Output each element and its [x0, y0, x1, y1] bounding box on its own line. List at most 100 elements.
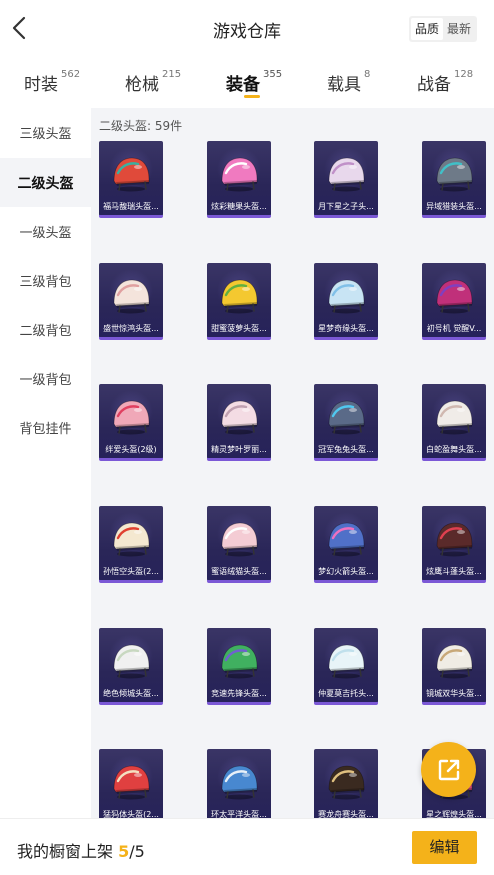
share-button[interactable]: [421, 742, 476, 797]
helmet-icon: [436, 279, 473, 314]
helmet-icon: [113, 765, 150, 800]
helmet-icon: [436, 157, 473, 192]
item-card[interactable]: 星梦奇缘头盔...: [314, 263, 378, 340]
item-rarity-bar: [314, 215, 378, 218]
item-card[interactable]: 精灵梦叶罗丽...: [207, 384, 271, 461]
item-rarity-bar: [99, 580, 163, 583]
item-name: 环太平洋头盔...: [211, 810, 267, 818]
sidebar-item-level1-backpack[interactable]: 一级背包: [0, 354, 91, 403]
tab-supplies[interactable]: 战备128: [417, 69, 474, 95]
item-name: 镜城双华头盔...: [426, 689, 482, 698]
item-card[interactable]: 炫鹰斗蓬头盔...: [422, 506, 486, 583]
helmet-icon: [113, 522, 150, 557]
item-card[interactable]: 竞速先锋头盔...: [207, 628, 271, 705]
showcase-bar: 我的橱窗上架 5/5 编辑: [0, 818, 494, 875]
item-card[interactable]: 梦幻火箭头盔...: [314, 506, 378, 583]
sidebar-item-level3-backpack[interactable]: 三级背包: [0, 256, 91, 305]
tab-label: 装备: [226, 75, 260, 95]
item-card[interactable]: 月下星之子头...: [314, 141, 378, 218]
tab-count: 562: [61, 69, 81, 80]
tab-vehicles[interactable]: 载具8: [327, 69, 371, 95]
item-list: 二级头盔: 59件 福马馥瑞头盔... 炫彩糖果头盔... 月下星之子头... 异域猎…: [91, 108, 494, 818]
item-card[interactable]: 甜蜜菠萝头盔...: [207, 263, 271, 340]
item-card[interactable]: 环太平洋头盔...: [207, 749, 271, 818]
item-card[interactable]: 盛世惊鸿头盔...: [99, 263, 163, 340]
item-card[interactable]: 初号机 觉醒V...: [422, 263, 486, 340]
helmet-icon: [113, 157, 150, 192]
item-name: 炫彩糖果头盔...: [211, 202, 267, 211]
sidebar-item-level2-backpack[interactable]: 二级背包: [0, 305, 91, 354]
helmet-icon: [113, 644, 150, 679]
item-name: 月下星之子头...: [318, 202, 374, 211]
sidebar-item-backpack-charm[interactable]: 背包挂件: [0, 403, 91, 452]
sidebar-item-level1-helmet[interactable]: 一级头盔: [0, 207, 91, 256]
item-card[interactable]: 仲夏莫吉托头...: [314, 628, 378, 705]
item-rarity-bar: [99, 458, 163, 461]
item-rarity-bar: [207, 458, 271, 461]
helmet-icon: [436, 644, 473, 679]
item-rarity-bar: [99, 337, 163, 340]
item-name: 精灵梦叶罗丽...: [211, 445, 267, 454]
helmet-icon: [328, 522, 365, 557]
tab-count: 8: [364, 69, 371, 80]
active-tab-indicator: [244, 95, 260, 98]
app-root: 游戏仓库 品质 最新 时装562 枪械215 装备355 载具8 战备128 三…: [0, 0, 494, 875]
item-card[interactable]: 冠军兔兔头盔...: [314, 384, 378, 461]
helmet-icon: [221, 522, 258, 557]
item-card[interactable]: 猛犸体头盔(2...: [99, 749, 163, 818]
item-card[interactable]: 白蛇盈舞头盔...: [422, 384, 486, 461]
item-card[interactable]: 赛龙舟赛头盔...: [314, 749, 378, 818]
item-card[interactable]: 镜城双华头盔...: [422, 628, 486, 705]
share-icon: [438, 759, 459, 780]
helmet-icon: [436, 522, 473, 557]
item-name: 绊爱头盔(2级): [105, 445, 157, 454]
helmet-icon: [328, 157, 365, 192]
item-name: 星之辉煌头盔...: [426, 810, 482, 818]
sort-option-quality[interactable]: 品质: [410, 18, 443, 40]
item-name: 孙悟空头盔(2...: [103, 567, 159, 576]
helmet-icon: [221, 644, 258, 679]
item-name: 白蛇盈舞头盔...: [426, 445, 482, 454]
tab-count: 128: [454, 69, 474, 80]
item-card[interactable]: 蜜语绒猫头盔...: [207, 506, 271, 583]
item-rarity-bar: [314, 702, 378, 705]
tab-count: 215: [162, 69, 182, 80]
item-rarity-bar: [314, 580, 378, 583]
item-rarity-bar: [422, 458, 486, 461]
item-rarity-bar: [99, 215, 163, 218]
helmet-icon: [328, 400, 365, 435]
helmet-icon: [221, 279, 258, 314]
item-rarity-bar: [422, 215, 486, 218]
helmet-icon: [221, 157, 258, 192]
tab-equipment[interactable]: 装备355: [226, 69, 283, 95]
item-rarity-bar: [207, 702, 271, 705]
item-card[interactable]: 异域猎装头盔...: [422, 141, 486, 218]
item-name: 异域猎装头盔...: [426, 202, 482, 211]
item-grid: 福马馥瑞头盔... 炫彩糖果头盔... 月下星之子头... 异域猎装头盔... 盛世惊鸿…: [91, 108, 494, 818]
tab-label: 战备: [417, 75, 451, 95]
item-card[interactable]: 福马馥瑞头盔...: [99, 141, 163, 218]
sort-option-latest[interactable]: 最新: [443, 18, 475, 40]
sidebar-item-level3-helmet[interactable]: 三级头盔: [0, 108, 91, 157]
helmet-icon: [328, 279, 365, 314]
item-card[interactable]: 绝色倾城头盔...: [99, 628, 163, 705]
showcase-status: 我的橱窗上架 5/5: [17, 838, 145, 862]
item-card[interactable]: 炫彩糖果头盔...: [207, 141, 271, 218]
item-name: 赛龙舟赛头盔...: [318, 810, 374, 818]
edit-button[interactable]: 编辑: [412, 831, 477, 864]
tab-fashion[interactable]: 时装562: [24, 69, 81, 95]
item-card[interactable]: 绊爱头盔(2级): [99, 384, 163, 461]
sort-toggle: 品质 最新: [408, 16, 477, 42]
item-name: 竞速先锋头盔...: [211, 689, 267, 698]
showcase-total-count: /5: [129, 842, 145, 861]
tab-label: 时装: [24, 75, 58, 95]
tab-count: 355: [263, 69, 283, 80]
item-rarity-bar: [422, 580, 486, 583]
helmet-icon: [328, 644, 365, 679]
tab-label: 枪械: [125, 75, 159, 95]
helmet-icon: [221, 400, 258, 435]
sidebar-item-level2-helmet[interactable]: 二级头盔: [0, 158, 91, 207]
item-card[interactable]: 孙悟空头盔(2...: [99, 506, 163, 583]
helmet-icon: [436, 400, 473, 435]
tab-guns[interactable]: 枪械215: [125, 69, 182, 95]
